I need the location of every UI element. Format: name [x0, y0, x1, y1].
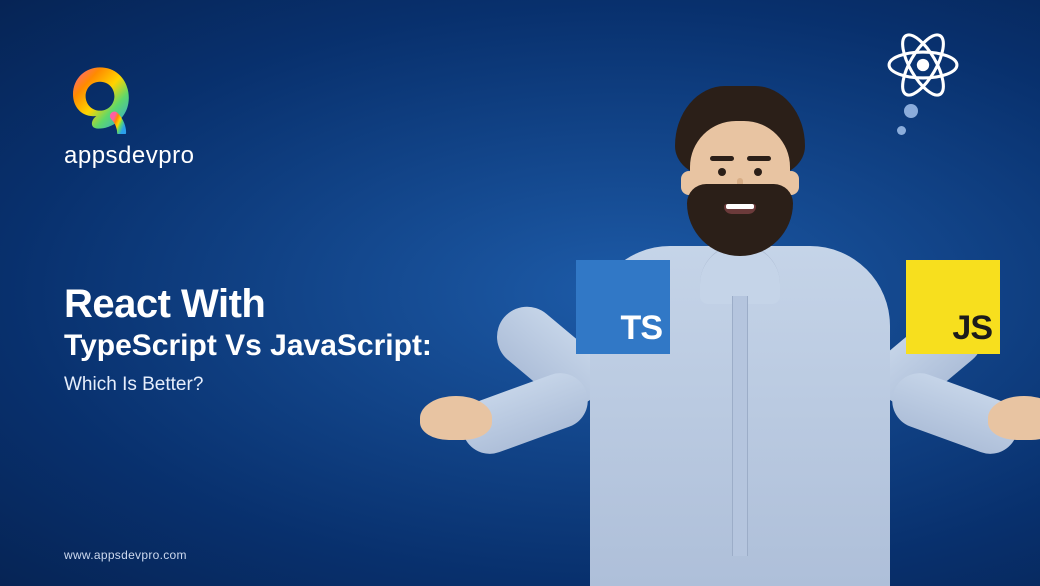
- javascript-badge: JS: [906, 260, 1000, 354]
- headline-line-1: React With: [64, 282, 432, 326]
- hand-right: [988, 396, 1040, 440]
- headline-line-2: TypeScript Vs JavaScript:: [64, 328, 432, 364]
- brand-block: appsdevpro: [64, 62, 194, 170]
- javascript-badge-label: JS: [952, 309, 992, 348]
- site-url: www.appsdevpro.com: [64, 548, 187, 562]
- hand-left: [420, 396, 492, 440]
- person-head: [675, 86, 805, 261]
- brand-name: appsdevpro: [64, 142, 194, 170]
- headline-block: React With TypeScript Vs JavaScript: Whi…: [64, 282, 432, 396]
- typescript-badge: TS: [576, 260, 670, 354]
- promo-banner: appsdevpro React With TypeScript Vs Java…: [0, 0, 1040, 586]
- appsdevpro-logo-icon: [64, 62, 136, 134]
- typescript-badge-label: TS: [621, 309, 662, 348]
- headline-line-3: Which Is Better?: [64, 374, 432, 396]
